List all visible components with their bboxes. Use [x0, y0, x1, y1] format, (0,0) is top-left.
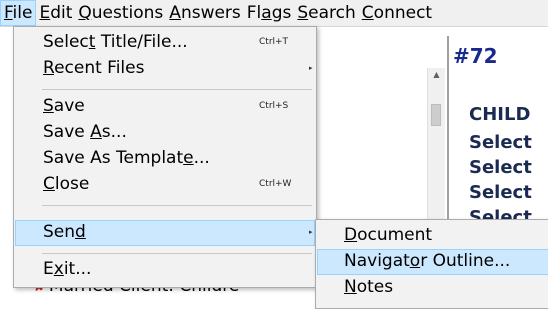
menu-file-accel: F: [4, 3, 13, 23]
menu-flags-post: gs: [271, 3, 292, 23]
menu-file-post: ile: [12, 3, 33, 23]
menu-search-post: earch: [308, 3, 356, 23]
shortcut-label: Ctrl+S: [259, 101, 289, 111]
menu-item-label: Recent Files: [43, 58, 145, 78]
menu-item-notes[interactable]: Notes: [317, 275, 548, 301]
menu-item-label: Exit...: [43, 259, 92, 279]
scroll-thumb[interactable]: [431, 104, 441, 126]
menu-file[interactable]: File: [0, 0, 37, 26]
menu-item-navigator-outline[interactable]: Navigator Outline...: [317, 249, 548, 275]
menu-separator: [42, 205, 312, 206]
menu-item-save-as-template[interactable]: Save As Template...: [15, 146, 315, 172]
menu-bar: File Edit Questions Answers Flags Search…: [0, 0, 548, 27]
menu-item-label: Save As...: [43, 122, 127, 142]
menu-answers-post: nswers: [180, 3, 241, 23]
menu-item-exit[interactable]: Exit...: [15, 257, 315, 283]
menu-item-save-as[interactable]: Save As...: [15, 120, 315, 146]
menu-connect[interactable]: Connect: [359, 0, 435, 26]
menu-answers[interactable]: Answers: [166, 0, 243, 26]
menu-item-label: Save: [43, 96, 85, 116]
menu-flags-accel: a: [261, 3, 272, 23]
menu-separator: [42, 89, 312, 90]
menu-item-label: Notes: [344, 277, 394, 297]
menu-item-label: Close: [43, 174, 90, 194]
menu-edit[interactable]: Edit: [36, 0, 75, 26]
menu-answers-accel: A: [169, 3, 181, 23]
menu-connect-accel: C: [361, 3, 374, 23]
scroll-up-arrow-icon[interactable]: ▲: [428, 70, 445, 79]
menu-item-label: Navigator Outline...: [344, 251, 511, 271]
menu-item-send[interactable]: Send ▸: [15, 220, 315, 246]
question-number: #72: [453, 44, 498, 68]
menu-search-accel: S: [297, 3, 309, 23]
menu-connect-post: onnect: [373, 3, 433, 23]
menu-questions[interactable]: Questions: [75, 0, 166, 26]
file-menu: Select Title/File... Ctrl+T Recent Files…: [13, 26, 317, 288]
doc-line: Select: [469, 182, 532, 203]
menu-item-select-title-file[interactable]: Select Title/File... Ctrl+T: [15, 30, 315, 56]
menu-edit-post: dit: [50, 3, 73, 23]
menu-item-label: Save As Template...: [43, 148, 210, 168]
menu-item-label: Select Title/File...: [43, 32, 188, 52]
menu-questions-post: uestions: [91, 3, 164, 23]
submenu-arrow-icon: ▸: [309, 228, 313, 236]
submenu-arrow-icon: ▸: [309, 64, 313, 72]
shortcut-label: Ctrl+T: [259, 37, 289, 47]
menu-search[interactable]: Search: [294, 0, 358, 26]
menu-edit-accel: E: [39, 3, 51, 23]
menu-item-label: Document: [344, 225, 433, 245]
send-submenu: Document Navigator Outline... Notes: [315, 219, 548, 309]
menu-item-label: Send: [43, 222, 86, 242]
menu-questions-accel: Q: [78, 3, 92, 23]
menu-flags[interactable]: Flags: [244, 0, 295, 26]
doc-line: Select: [469, 157, 532, 178]
menu-flags-pre: Fl: [246, 3, 262, 23]
menu-item-close[interactable]: Close Ctrl+W: [15, 172, 315, 198]
menu-item-recent-files[interactable]: Recent Files ▸: [15, 56, 315, 82]
menu-item-document[interactable]: Document: [317, 223, 548, 249]
menu-item-save[interactable]: Save Ctrl+S: [15, 94, 315, 120]
menu-separator: [42, 253, 312, 254]
shortcut-label: Ctrl+W: [259, 179, 292, 189]
doc-line: Select: [469, 132, 532, 153]
doc-heading: CHILD: [469, 104, 531, 125]
